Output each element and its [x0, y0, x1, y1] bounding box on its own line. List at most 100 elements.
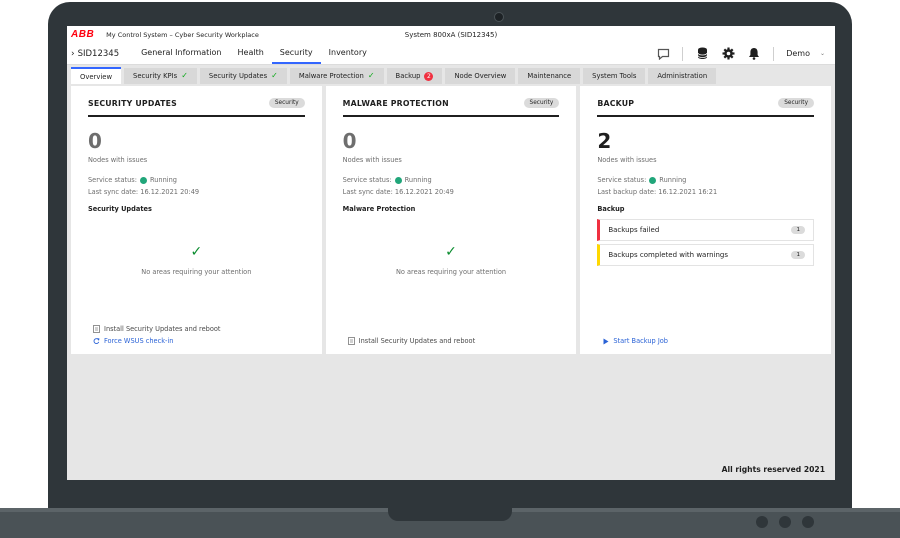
- user-name: Demo: [786, 49, 810, 58]
- card-header: MALWARE PROTECTION Security: [342, 98, 560, 117]
- section-label: Security Updates: [88, 205, 152, 213]
- status-value: Running: [149, 176, 177, 184]
- service-status: Service status: Running: [597, 176, 814, 184]
- tab-general-information[interactable]: General Information: [133, 43, 229, 64]
- laptop-hinge-notch: [388, 508, 512, 521]
- card-title: MALWARE PROTECTION: [342, 98, 449, 108]
- issue-count-label: Nodes with issues: [342, 156, 402, 164]
- install-updates-action[interactable]: Install Security Updates and reboot: [347, 337, 475, 345]
- status-prefix: Service status:: [342, 176, 392, 184]
- subtab-maintenance[interactable]: Maintenance: [518, 68, 581, 84]
- status-ok-dot: [394, 176, 402, 184]
- force-wsus-checkin-link[interactable]: Force WSUS check-in: [93, 337, 221, 345]
- nav-actions: Demo ⌄: [656, 43, 825, 64]
- backup-issue-list: Backups failed 1 Backups completed with …: [597, 219, 815, 266]
- category-pill: Security: [778, 98, 815, 108]
- chevron-right-icon: ›: [71, 48, 75, 59]
- start-backup-job-link[interactable]: Start Backup Job: [602, 337, 668, 345]
- category-pill: Security: [268, 98, 305, 108]
- abb-logo: ABB: [71, 29, 95, 40]
- webcam: [494, 12, 504, 22]
- node-id-label: SID12345: [77, 48, 120, 59]
- node-selector[interactable]: › SID12345: [71, 43, 119, 64]
- no-issues-text: No areas requiring your attention: [141, 268, 252, 276]
- action-label: Force WSUS check-in: [104, 337, 174, 345]
- subtab-label: Maintenance: [527, 72, 572, 80]
- chat-icon[interactable]: [656, 47, 670, 61]
- no-issues-state: ✓ No areas requiring your attention: [88, 245, 305, 276]
- sub-tabs: Overview Security KPIs ✓ Security Updates…: [67, 65, 835, 84]
- service-status: Service status: Running: [343, 176, 560, 184]
- check-icon: ✓: [367, 71, 375, 80]
- overview-cards: SECURITY UPDATES Security 0 Nodes with i…: [71, 86, 832, 354]
- issue-count-label: Nodes with issues: [597, 156, 657, 164]
- tab-inventory[interactable]: Inventory: [321, 43, 375, 64]
- alert-count-badge: 2: [424, 71, 434, 81]
- subtab-overview[interactable]: Overview: [71, 67, 121, 84]
- status-value: Running: [659, 176, 687, 184]
- backups-failed-item[interactable]: Backups failed 1: [597, 219, 815, 241]
- action-label: Start Backup Job: [613, 337, 668, 345]
- card-header: BACKUP Security: [597, 98, 815, 117]
- copyright-footer: All rights reserved 2021: [721, 465, 825, 474]
- document-icon: [93, 325, 100, 333]
- status-ok-dot: [139, 176, 147, 184]
- document-icon: [347, 337, 355, 345]
- subtab-system-tools[interactable]: System Tools: [583, 68, 646, 84]
- card-actions: Install Security Updates and reboot: [347, 333, 475, 345]
- section-label: Malware Protection: [342, 205, 416, 213]
- no-issues-state: ✓ No areas requiring your attention: [343, 245, 560, 276]
- subtab-label: Malware Protection: [298, 72, 364, 80]
- check-icon: ✓: [181, 71, 188, 80]
- subtab-security-updates[interactable]: Security Updates ✓: [199, 68, 287, 84]
- card-actions: Install Security Updates and reboot Forc…: [93, 321, 221, 345]
- gear-icon[interactable]: [721, 47, 735, 61]
- install-updates-action[interactable]: Install Security Updates and reboot: [93, 325, 221, 333]
- tab-health[interactable]: Health: [230, 43, 272, 64]
- status-value: Running: [404, 176, 432, 184]
- play-icon: [602, 337, 609, 345]
- app-screen: ABB My Control System – Cyber Security W…: [67, 26, 835, 480]
- issue-count: 0: [88, 129, 102, 153]
- subtab-administration[interactable]: Administration: [648, 68, 717, 84]
- tab-label: Inventory: [328, 48, 367, 57]
- card-header: SECURITY UPDATES Security: [88, 98, 305, 117]
- last-backup-date: Last backup date: 16.12.2021 16:21: [597, 188, 718, 196]
- backup-card: BACKUP Security 2 Nodes with issues Serv…: [580, 86, 832, 354]
- divider: [773, 46, 775, 61]
- user-menu[interactable]: Demo ⌄: [786, 49, 825, 58]
- service-status: Service status: Running: [88, 176, 305, 184]
- subtab-malware-protection[interactable]: Malware Protection ✓: [289, 68, 384, 84]
- backups-warnings-item[interactable]: Backups completed with warnings 1: [597, 244, 815, 266]
- status-ok-dot: [649, 176, 657, 184]
- card-actions: Start Backup Job: [602, 333, 668, 345]
- checkmark-icon: ✓: [445, 244, 457, 260]
- section-label: Backup: [597, 205, 625, 213]
- issue-count: 0: [342, 129, 357, 153]
- database-icon[interactable]: [695, 47, 709, 61]
- tab-security[interactable]: Security: [271, 43, 321, 64]
- tab-label: Health: [237, 48, 264, 57]
- divider: [682, 46, 684, 61]
- card-title: SECURITY UPDATES: [88, 98, 177, 108]
- laptop-ports: [756, 516, 814, 528]
- subtab-label: Security KPIs: [133, 72, 178, 80]
- status-prefix: Service status:: [88, 176, 137, 184]
- action-label: Install Security Updates and reboot: [104, 325, 221, 333]
- subtab-node-overview[interactable]: Node Overview: [445, 68, 516, 84]
- item-count: 1: [791, 226, 806, 234]
- subtab-security-kpis[interactable]: Security KPIs ✓: [124, 68, 197, 84]
- malware-protection-card: MALWARE PROTECTION Security 0 Nodes with…: [325, 86, 577, 354]
- port-indicator: [779, 516, 791, 528]
- subtab-backup[interactable]: Backup 2: [386, 68, 443, 84]
- subtab-label: Node Overview: [454, 72, 507, 80]
- subtab-label: Administration: [657, 72, 708, 80]
- top-bar: ABB My Control System – Cyber Security W…: [67, 26, 835, 43]
- refresh-icon: [93, 337, 100, 345]
- subtab-label: Backup: [395, 72, 421, 80]
- last-sync-date: Last sync date: 16.12.2021 20:49: [88, 188, 200, 196]
- bell-icon[interactable]: [747, 47, 761, 61]
- subtab-label: Overview: [80, 72, 112, 81]
- issue-count-label: Nodes with issues: [88, 156, 148, 164]
- item-label: Backups completed with warnings: [608, 251, 728, 259]
